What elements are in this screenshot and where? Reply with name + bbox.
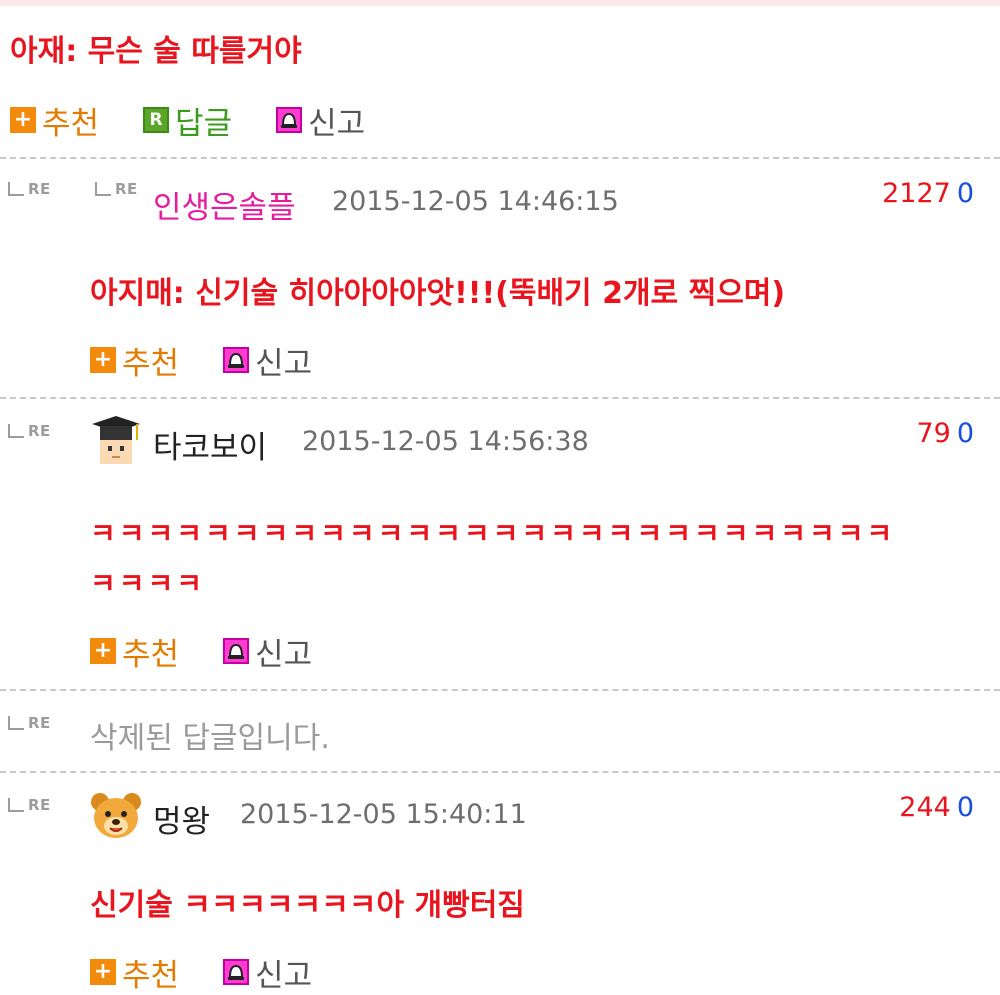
count-blue: 0 — [956, 792, 974, 823]
report-button[interactable]: 신고 — [223, 338, 312, 383]
reply-marker: RE — [8, 180, 51, 198]
report-label: 신고 — [308, 105, 366, 142]
plus-icon: + — [10, 107, 36, 133]
divider — [0, 689, 1000, 691]
dog-avatar-icon — [88, 788, 144, 844]
reply-marker: RE — [8, 714, 51, 732]
comment-text: 아지매: 신기술 히아아아아앗!!!(뚝배기 2개로 찍으며) — [90, 276, 786, 311]
post-actions: + 추천 R 답글 신고 — [10, 98, 409, 142]
divider — [0, 771, 1000, 773]
graduate-boy-avatar-icon — [88, 414, 144, 470]
top-strip — [0, 0, 1000, 6]
count-red: 2127 — [882, 178, 951, 209]
reply-arrow-icon — [95, 182, 111, 196]
reply-marker: RE — [8, 422, 51, 440]
comment-text: 신기술 ㅋㅋㅋㅋㅋㅋㅋ아 개빵터짐 — [90, 888, 525, 923]
divider — [0, 157, 1000, 159]
comment-timestamp: 2015-12-05 14:56:38 — [302, 426, 589, 457]
comment-counts: 244 0 — [899, 792, 974, 823]
comment-counts: 79 0 — [916, 418, 974, 449]
recommend-label: 추천 — [122, 636, 180, 673]
report-label: 신고 — [255, 957, 313, 994]
plus-icon: + — [90, 959, 116, 985]
reply-marker: RE — [95, 180, 138, 198]
report-button[interactable]: 신고 — [223, 629, 312, 674]
comment-text-line: ㅋㅋㅋㅋ — [90, 567, 206, 600]
deleted-reply-notice: 삭제된 답글입니다. — [90, 721, 330, 756]
reply-marker: RE — [8, 796, 51, 814]
report-button[interactable]: 신고 — [276, 98, 365, 143]
siren-icon — [223, 959, 250, 985]
reply-arrow-icon — [8, 424, 24, 438]
siren-icon — [223, 638, 250, 664]
siren-icon — [223, 347, 250, 373]
recommend-button[interactable]: + 추천 — [90, 338, 179, 383]
reply-r-icon: R — [143, 107, 170, 133]
comment-actions: + 추천 신고 — [90, 950, 356, 994]
comment-nickname[interactable]: 인생은솔플 — [153, 182, 296, 227]
reply-button[interactable]: R 답글 — [143, 98, 232, 143]
recommend-button[interactable]: + 추천 — [90, 950, 179, 995]
report-label: 신고 — [255, 345, 313, 382]
recommend-label: 추천 — [122, 345, 180, 382]
reply-arrow-icon — [8, 798, 24, 812]
reply-arrow-icon — [8, 716, 24, 730]
count-red: 79 — [916, 418, 951, 449]
comment-timestamp: 2015-12-05 14:46:15 — [332, 186, 619, 217]
comment-counts: 2127 0 — [882, 178, 974, 209]
plus-icon: + — [90, 638, 116, 664]
plus-icon: + — [90, 347, 116, 373]
comment-actions: + 추천 신고 — [90, 629, 356, 673]
recommend-label: 추천 — [122, 957, 180, 994]
comment-timestamp: 2015-12-05 15:40:11 — [240, 799, 527, 830]
siren-icon — [276, 107, 303, 133]
post-text: 아재: 무슨 술 따를거야 — [10, 34, 302, 69]
recommend-label: 추천 — [42, 105, 100, 142]
reply-arrow-icon — [8, 182, 24, 196]
recommend-button[interactable]: + 추천 — [90, 629, 179, 674]
reply-label: 답글 — [175, 105, 233, 142]
recommend-button[interactable]: + 추천 — [10, 98, 99, 143]
count-red: 244 — [899, 792, 951, 823]
count-blue: 0 — [956, 418, 974, 449]
report-button[interactable]: 신고 — [223, 950, 312, 995]
comment-actions: + 추천 신고 — [90, 338, 356, 382]
count-blue: 0 — [956, 178, 974, 209]
report-label: 신고 — [255, 636, 313, 673]
divider — [0, 397, 1000, 399]
comment-text-line: ㅋㅋㅋㅋㅋㅋㅋㅋㅋㅋㅋㅋㅋㅋㅋㅋㅋㅋㅋㅋㅋㅋㅋㅋㅋㅋㅋㅋ — [90, 517, 896, 550]
comment-nickname[interactable]: 타코보이 — [153, 422, 267, 467]
comment-nickname[interactable]: 멍왕 — [153, 796, 210, 841]
